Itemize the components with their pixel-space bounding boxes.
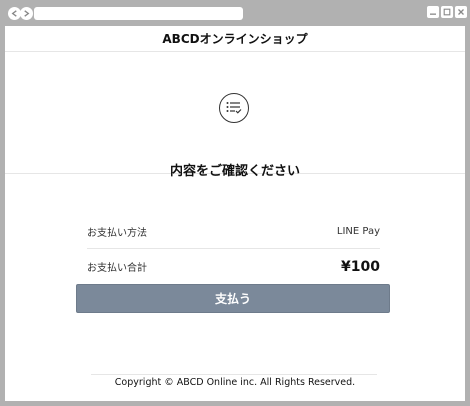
minimize-icon <box>430 13 436 15</box>
footer-copyright: Copyright © ABCD Online inc. All Rights … <box>114 377 356 388</box>
browser-window: ABCDオンラインショップ 内容をご確認ください お支払い方法 LINE Pay… <box>0 0 470 406</box>
close-icon <box>458 9 464 15</box>
pay-button-label: 支払う <box>214 292 251 306</box>
minimize-button[interactable] <box>427 6 439 18</box>
payment-total-label: お支払い合計 <box>87 263 147 274</box>
shop-title: ABCDオンラインショップ <box>162 32 308 46</box>
payment-total-row: お支払い合計 ¥100 <box>87 249 380 284</box>
payment-method-value: LINE Pay <box>336 225 380 237</box>
maximize-icon <box>443 8 451 16</box>
footer-divider <box>91 374 377 375</box>
payment-method-label: お支払い方法 <box>87 227 147 239</box>
shop-header: ABCDオンラインショップ <box>5 26 465 52</box>
list-check-icon <box>219 93 249 123</box>
forward-button[interactable] <box>20 7 33 20</box>
arrow-left-icon <box>11 10 17 17</box>
arrow-right-icon <box>24 10 30 17</box>
confirm-heading: 内容をご確認ください <box>169 164 300 179</box>
maximize-button[interactable] <box>441 6 453 18</box>
checkout-page: ABCDオンラインショップ 内容をご確認ください お支払い方法 LINE Pay… <box>5 26 465 401</box>
payment-method-row: お支払い方法 LINE Pay <box>87 214 380 249</box>
payment-total-value: ¥100 <box>341 258 380 275</box>
close-button[interactable] <box>455 6 467 18</box>
pay-button[interactable]: 支払う <box>76 284 390 313</box>
payment-summary: お支払い方法 LINE Pay お支払い合計 ¥100 <box>87 214 380 284</box>
address-bar[interactable] <box>34 7 243 20</box>
window-titlebar <box>0 0 470 26</box>
